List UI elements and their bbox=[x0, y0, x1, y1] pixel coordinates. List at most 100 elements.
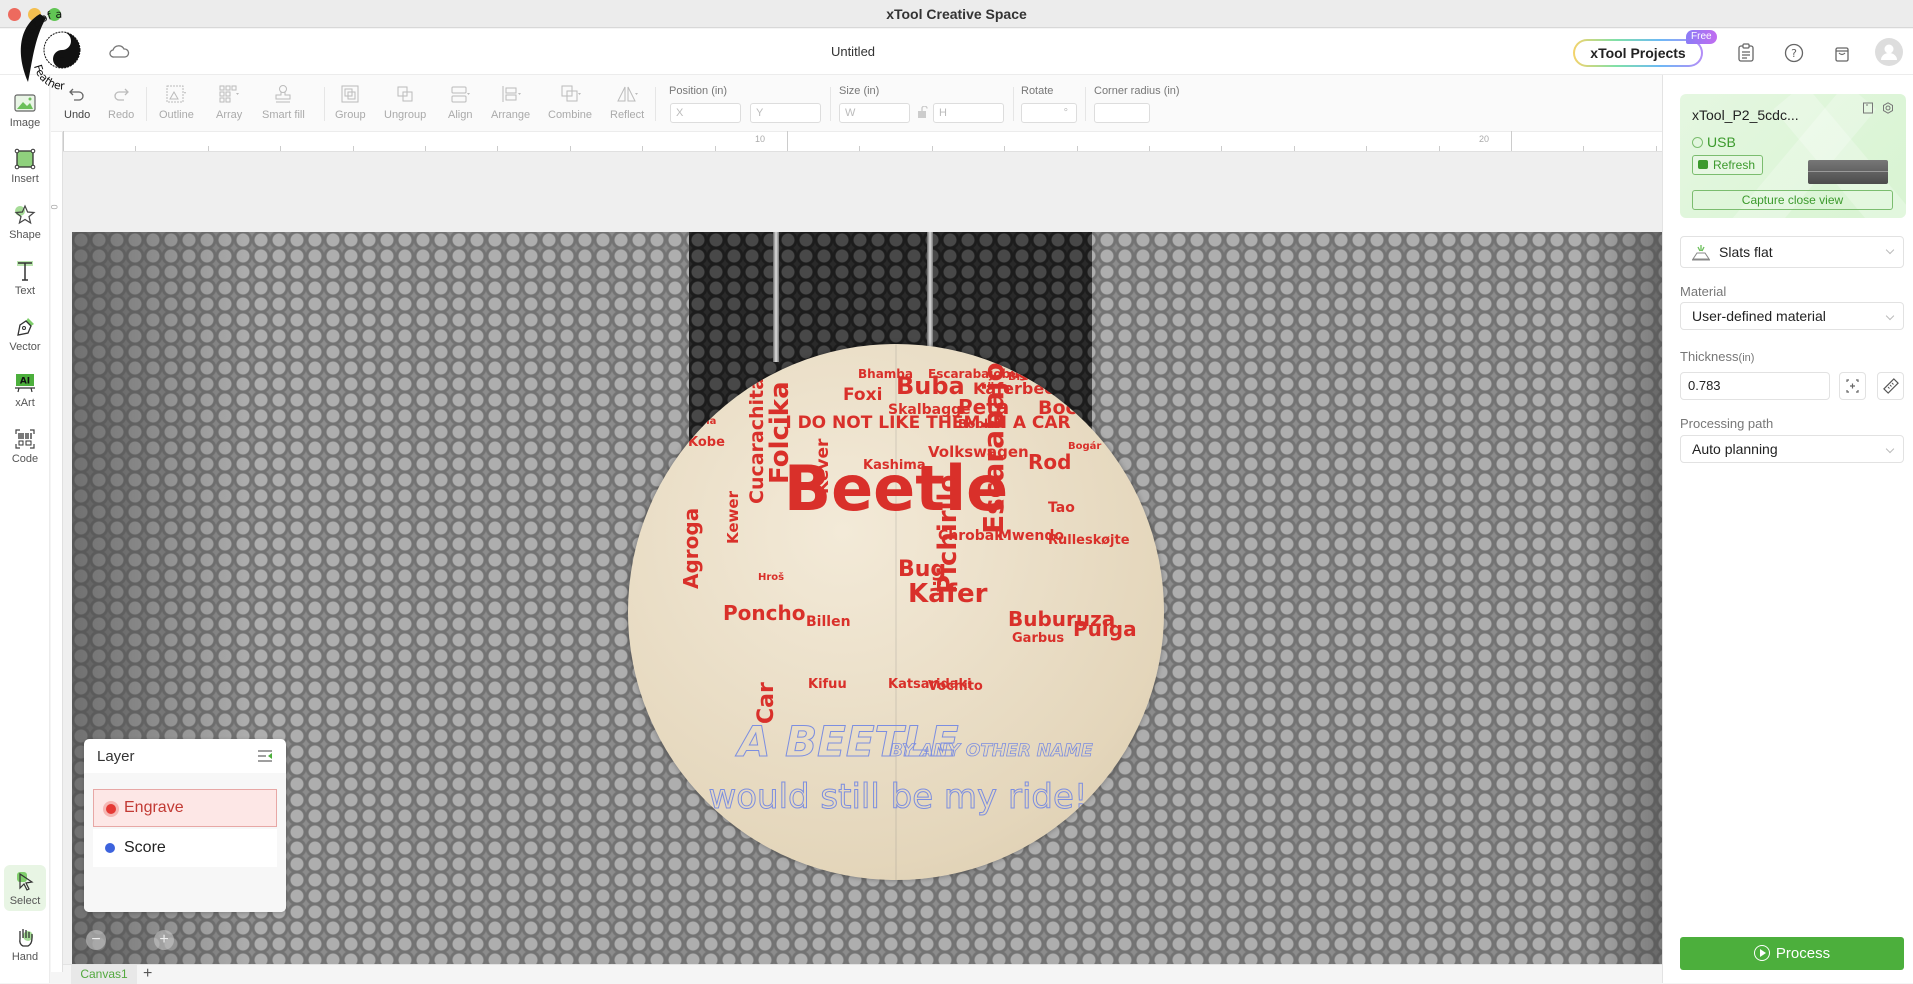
ruler-tick bbox=[642, 146, 644, 151]
arrange-button[interactable]: Arrange bbox=[491, 83, 530, 121]
position-label: Position (in) bbox=[669, 85, 728, 97]
reflect-label: Reflect bbox=[610, 109, 645, 121]
thickness-label-text: Thickness bbox=[1680, 349, 1739, 364]
avatar-icon[interactable] bbox=[1875, 38, 1903, 66]
word-cloud-word: Escarabajo bbox=[977, 362, 1010, 534]
tool-label: Code bbox=[11, 453, 39, 465]
manual-measure-button[interactable] bbox=[1877, 372, 1904, 400]
processing-path-select[interactable]: Auto planning bbox=[1680, 435, 1904, 463]
shape-tool[interactable]: Shape bbox=[4, 199, 46, 249]
layer-panel-title: Layer bbox=[97, 748, 135, 765]
ruler-tick bbox=[1366, 146, 1368, 151]
hand-tool[interactable]: Hand bbox=[4, 921, 46, 971]
toolbar-divider bbox=[1013, 87, 1014, 121]
toolbar-divider bbox=[830, 87, 831, 121]
smart-fill-label: Smart fill bbox=[262, 109, 305, 121]
chevron-down-icon bbox=[1885, 311, 1895, 321]
word-cloud-word: Kewer bbox=[724, 490, 742, 544]
design-canvas[interactable]: Beetle I DO NOT LIKE THEM IN A CAR Bhamb… bbox=[63, 152, 1662, 964]
usb-icon bbox=[1692, 137, 1703, 148]
word-cloud-word: Kashima bbox=[863, 458, 926, 473]
code-tool[interactable]: Code bbox=[4, 423, 46, 473]
word-cloud-word: Rod bbox=[1028, 450, 1071, 474]
ruler-tick bbox=[1655, 146, 1657, 151]
machine-rod bbox=[773, 232, 779, 362]
word-cloud-word: Foxi bbox=[843, 385, 882, 405]
xtool-projects-button[interactable]: xTool Projects bbox=[1573, 39, 1703, 67]
device-name[interactable]: xTool_P2_5cdc... bbox=[1692, 107, 1799, 123]
xart-tool[interactable]: AI xArt bbox=[4, 367, 46, 417]
layer-name: Score bbox=[124, 839, 166, 856]
right-panel: xTool_P2_5cdc... USB Refresh Capture clo… bbox=[1662, 75, 1913, 983]
position-y-input[interactable]: Y bbox=[750, 103, 821, 123]
process-button[interactable]: Process bbox=[1680, 937, 1904, 970]
word-cloud-word: Hroš bbox=[758, 571, 784, 583]
combine-button[interactable]: Combine bbox=[548, 83, 592, 121]
vector-tool[interactable]: Vector bbox=[4, 311, 46, 361]
select-tool[interactable]: Select bbox=[4, 865, 46, 911]
text-tool[interactable]: Text bbox=[4, 255, 46, 305]
settings-gear-icon[interactable] bbox=[1882, 102, 1894, 114]
clipboard-icon[interactable] bbox=[1735, 42, 1757, 64]
word-cloud-word: Billen bbox=[806, 614, 851, 630]
ungroup-icon bbox=[397, 86, 413, 102]
smart-fill-button[interactable]: Smart fill bbox=[262, 83, 305, 121]
redo-button[interactable]: Redo bbox=[108, 83, 134, 121]
left-toolbar: Image Insert Shape Text Vector AI xArt C… bbox=[0, 75, 50, 983]
toolbar-divider bbox=[1085, 87, 1086, 121]
rotate-label: Rotate bbox=[1021, 85, 1054, 97]
shop-bag-icon[interactable] bbox=[1831, 42, 1853, 64]
thickness-label: Thickness(in) bbox=[1680, 349, 1754, 364]
outline-button[interactable]: Outline bbox=[159, 83, 194, 121]
chevron-down-icon bbox=[1885, 444, 1895, 454]
aspect-lock-icon[interactable] bbox=[918, 106, 928, 118]
group-icon bbox=[341, 85, 359, 103]
word-cloud-word: Kobe bbox=[688, 435, 725, 450]
tool-label: xArt bbox=[15, 397, 35, 409]
auto-measure-button[interactable] bbox=[1839, 372, 1866, 400]
insert-tool[interactable]: Insert bbox=[4, 143, 46, 193]
reflect-button[interactable]: Reflect bbox=[610, 83, 644, 121]
rotate-input[interactable]: ° bbox=[1021, 103, 1077, 123]
material-select[interactable]: User-defined material bbox=[1680, 302, 1904, 330]
thickness-input[interactable]: 0.783 bbox=[1680, 372, 1830, 400]
canvas-tab[interactable]: Canvas1 bbox=[71, 965, 137, 984]
mode-select[interactable]: Slats flat bbox=[1680, 236, 1904, 268]
size-width-input[interactable]: W bbox=[839, 103, 910, 123]
align-button[interactable]: Align bbox=[448, 83, 472, 121]
ruler-tick bbox=[1438, 146, 1440, 151]
size-height-input[interactable]: H bbox=[933, 103, 1004, 123]
processing-path-label: Processing path bbox=[1680, 416, 1774, 431]
add-canvas-button[interactable]: + bbox=[143, 965, 152, 983]
corner-radius-input[interactable] bbox=[1094, 103, 1150, 123]
beetle-design[interactable]: Beetle I DO NOT LIKE THEM IN A CAR Bhamb… bbox=[628, 344, 1164, 880]
ungroup-button[interactable]: Ungroup bbox=[384, 83, 426, 121]
layer-item-engrave[interactable]: Engrave bbox=[93, 789, 277, 827]
hand-icon bbox=[19, 929, 33, 947]
refresh-button[interactable]: Refresh bbox=[1692, 155, 1763, 175]
word-cloud-word: Agroga bbox=[679, 508, 703, 589]
layer-item-score[interactable]: Score bbox=[93, 829, 277, 867]
free-badge: Free bbox=[1686, 30, 1717, 44]
tool-label: Image bbox=[9, 117, 41, 129]
zoom-out-button[interactable]: − bbox=[86, 930, 106, 950]
cursor-icon bbox=[17, 872, 34, 891]
layer-menu-icon[interactable] bbox=[258, 750, 272, 762]
capture-close-view-button[interactable]: Capture close view bbox=[1692, 190, 1893, 210]
help-icon[interactable]: ? bbox=[1783, 42, 1805, 64]
tagline-other-name: BY ANY OTHER NAME bbox=[890, 741, 1093, 761]
ruler-tick bbox=[1293, 146, 1295, 151]
toolbar-divider bbox=[655, 87, 656, 121]
laser-machine-image bbox=[1808, 160, 1888, 184]
zoom-in-button[interactable]: + bbox=[154, 930, 174, 950]
laser-bed-camera-view: Beetle I DO NOT LIKE THEM IN A CAR Bhamb… bbox=[72, 232, 1662, 964]
tool-label: Hand bbox=[11, 951, 39, 963]
group-button[interactable]: Group bbox=[335, 83, 366, 121]
pen-icon bbox=[17, 318, 34, 336]
document-icon[interactable] bbox=[1862, 102, 1874, 114]
document-title[interactable]: Untitled bbox=[0, 44, 1706, 59]
wood-disk-workpiece[interactable]: Beetle I DO NOT LIKE THEM IN A CAR Bhamb… bbox=[628, 344, 1164, 880]
position-x-input[interactable]: X bbox=[670, 103, 741, 123]
array-button[interactable]: Array bbox=[216, 83, 242, 121]
title-bar: xTool Creative Space bbox=[0, 0, 1913, 28]
